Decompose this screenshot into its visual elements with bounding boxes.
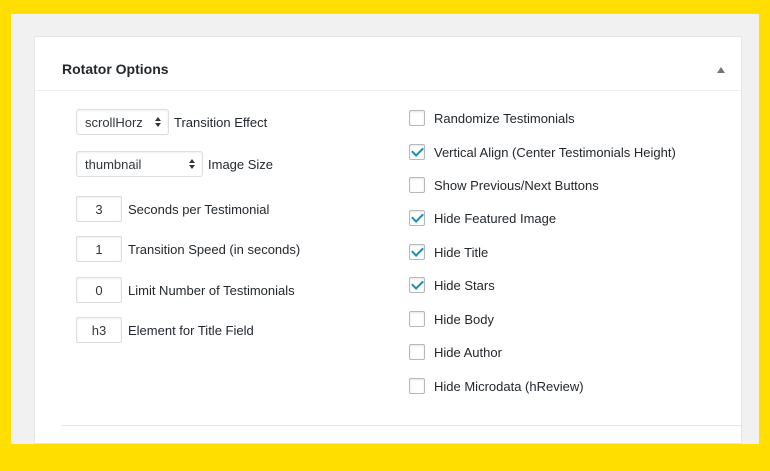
seconds-per-testimonial-input[interactable] (76, 196, 122, 222)
select-arrows-icon (188, 159, 196, 169)
title-element-row: Element for Title Field (76, 317, 254, 343)
panel-header[interactable]: Rotator Options (35, 37, 741, 91)
checkbox-checked[interactable] (409, 144, 425, 160)
seconds-per-testimonial-row: Seconds per Testimonial (76, 196, 269, 222)
transition-speed-row: Transition Speed (in seconds) (76, 236, 300, 262)
option-label: Hide Microdata (hReview) (434, 378, 584, 394)
option-row[interactable]: Randomize Testimonials (409, 110, 575, 126)
checkbox-unchecked[interactable] (409, 311, 425, 327)
checkbox-checked[interactable] (409, 210, 425, 226)
checkbox-checked[interactable] (409, 244, 425, 260)
title-element-label: Element for Title Field (128, 322, 254, 338)
title-element-input[interactable] (76, 317, 122, 343)
option-label: Hide Stars (434, 277, 495, 293)
transition-effect-label: Transition Effect (174, 114, 268, 130)
checkbox-unchecked[interactable] (409, 344, 425, 360)
option-row[interactable]: Hide Author (409, 344, 502, 360)
checkbox-unchecked[interactable] (409, 110, 425, 126)
select-arrows-icon (154, 117, 162, 127)
seconds-per-testimonial-label: Seconds per Testimonial (128, 201, 270, 217)
option-label: Hide Featured Image (434, 210, 557, 226)
transition-effect-value: scrollHorz (85, 114, 143, 130)
image-size-value: thumbnail (85, 156, 142, 172)
option-row[interactable]: Vertical Align (Center Testimonials Heig… (409, 144, 676, 160)
option-row[interactable]: Hide Stars (409, 277, 495, 293)
option-label: Hide Body (434, 311, 494, 327)
limit-number-row: Limit Number of Testimonials (76, 277, 295, 303)
rotator-options-panel: Rotator Options scrollHorz Transition Ef… (34, 36, 742, 444)
option-row[interactable]: Hide Featured Image (409, 210, 556, 226)
transition-speed-label: Transition Speed (in seconds) (128, 241, 301, 257)
panel-divider (62, 425, 741, 426)
image-size-label: Image Size (208, 156, 274, 172)
checkbox-checked[interactable] (409, 277, 425, 293)
option-label: Randomize Testimonials (434, 110, 575, 126)
collapse-toggle-icon[interactable] (717, 67, 725, 73)
checkbox-unchecked[interactable] (409, 177, 425, 193)
option-label: Hide Title (434, 244, 489, 260)
panel-title: Rotator Options (62, 61, 169, 77)
option-label: Show Previous/Next Buttons (434, 177, 599, 193)
option-label: Hide Author (434, 344, 502, 360)
option-row[interactable]: Hide Microdata (hReview) (409, 378, 584, 394)
image-size-select[interactable]: thumbnail (76, 151, 203, 177)
transition-effect-row: scrollHorz Transition Effect (76, 109, 267, 135)
option-row[interactable]: Hide Body (409, 311, 494, 327)
limit-number-label: Limit Number of Testimonials (128, 282, 295, 298)
transition-speed-input[interactable] (76, 236, 122, 262)
option-label: Vertical Align (Center Testimonials Heig… (434, 144, 676, 160)
transition-effect-select[interactable]: scrollHorz (76, 109, 169, 135)
image-size-row: thumbnail Image Size (76, 151, 273, 177)
limit-number-input[interactable] (76, 277, 122, 303)
option-row[interactable]: Hide Title (409, 244, 488, 260)
option-row[interactable]: Show Previous/Next Buttons (409, 177, 599, 193)
checkbox-unchecked[interactable] (409, 378, 425, 394)
